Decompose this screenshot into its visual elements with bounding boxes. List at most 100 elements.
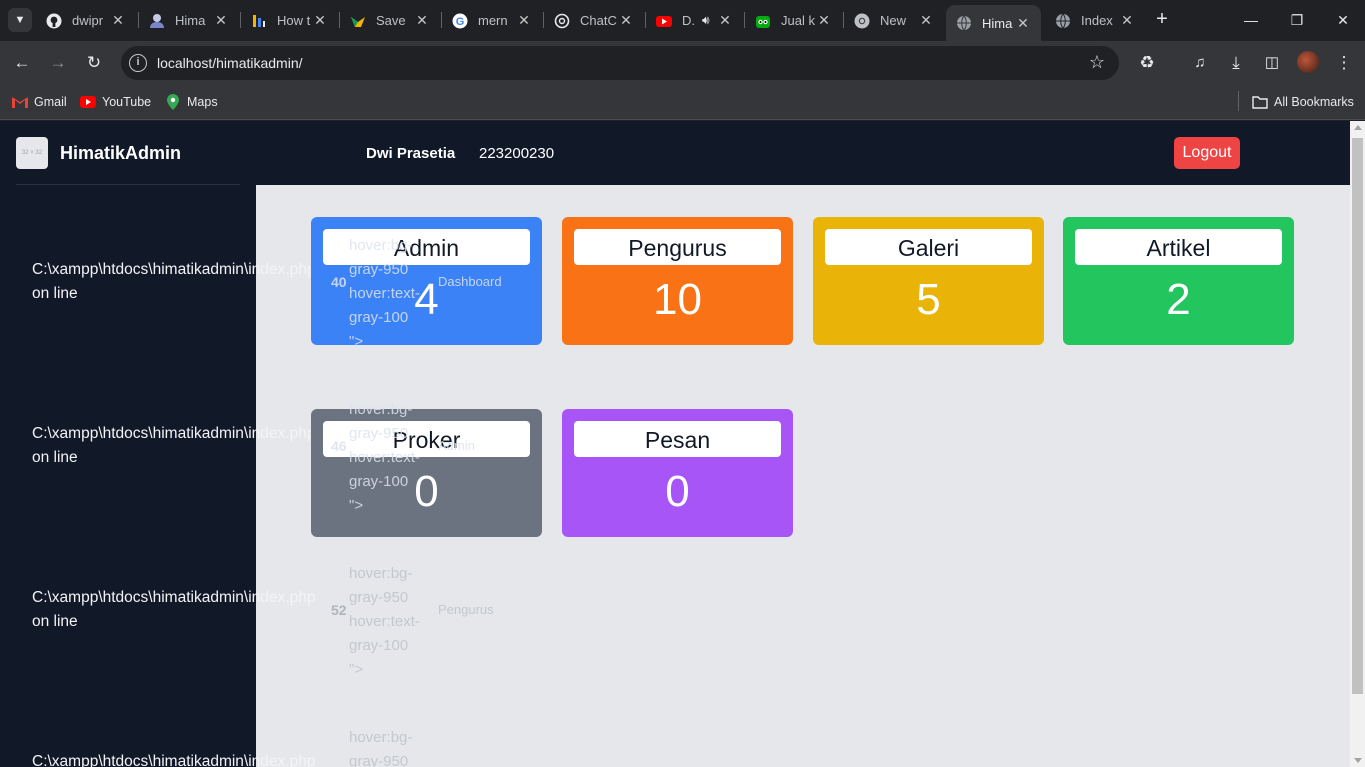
page-scrollbar[interactable] (1350, 121, 1365, 767)
close-tab-icon[interactable]: ✕ (918, 12, 934, 29)
forward-button[interactable]: → (46, 51, 70, 75)
tab-title: Jual k (781, 13, 815, 28)
card-pengurus[interactable]: Pengurus 10 (562, 217, 793, 345)
chatgpt-icon (554, 13, 570, 29)
scroll-up-arrow-icon[interactable] (1354, 125, 1362, 130)
card-pesan[interactable]: Pesan 0 (562, 409, 793, 537)
close-tab-icon[interactable]: ✕ (110, 12, 126, 29)
nav-link-admin[interactable]: Admin (438, 438, 475, 453)
leaked-class-text: hover:bg-gray-950 hover:text-gray-100 "> (349, 401, 420, 514)
all-bookmarks[interactable]: All Bookmarks (1252, 93, 1354, 111)
restore-button[interactable]: ❐ (1274, 0, 1320, 40)
back-button[interactable]: ← (10, 51, 34, 75)
bookmark-star-icon[interactable]: ☆ (1089, 52, 1105, 73)
minimize-button[interactable]: — (1228, 0, 1274, 40)
tokopedia-icon (755, 13, 771, 29)
tab-new[interactable]: New ✕ (844, 6, 944, 35)
user-id: 223200230 (479, 145, 555, 162)
url-text[interactable]: localhost/himatikadmin/ (157, 55, 303, 71)
scroll-down-arrow-icon[interactable] (1354, 758, 1362, 763)
close-tab-icon[interactable]: ✕ (516, 12, 532, 29)
close-tab-icon[interactable]: ✕ (717, 12, 733, 29)
site-info-icon[interactable]: i (129, 54, 147, 72)
bookmark-youtube[interactable]: YouTube (80, 93, 151, 111)
all-bookmarks-label: All Bookmarks (1274, 95, 1354, 109)
tab-chatgpt[interactable]: ChatC ✕ (544, 6, 644, 35)
scroll-thumb[interactable] (1352, 138, 1363, 694)
menu-icon[interactable]: ⋮ (1332, 51, 1356, 75)
address-bar[interactable]: i localhost/himatikadmin/ ☆ (121, 46, 1119, 80)
tab-how[interactable]: How t ✕ (241, 6, 338, 35)
app-header: 32 × 32 HimatikAdmin Dwi Prasetia 223200… (0, 121, 1350, 185)
tab-save[interactable]: Save ✕ (340, 6, 440, 35)
line-number: 52 (331, 602, 347, 618)
line-number: 40 (331, 274, 347, 290)
card-proker[interactable]: Proker 0 (311, 409, 542, 537)
gmail-icon (12, 95, 28, 109)
tab-index[interactable]: Index ✕ (1045, 6, 1145, 35)
tab-title: ChatC (580, 13, 617, 28)
bookmark-label: Gmail (34, 95, 67, 109)
youtube-icon (80, 95, 96, 109)
close-tab-icon[interactable]: ✕ (618, 12, 634, 29)
download-icon[interactable]: ⤓ (1224, 51, 1248, 75)
tab-github[interactable]: dwipr ✕ (36, 6, 136, 35)
tab-youtube[interactable]: D. 🔊︎ ✕ (646, 6, 743, 35)
tab-tokopedia[interactable]: Jual k ✕ (745, 6, 842, 35)
tab-mern[interactable]: G mern ✕ (442, 6, 542, 35)
close-tab-icon[interactable]: ✕ (1015, 15, 1031, 32)
bookmark-maps[interactable]: Maps (165, 93, 218, 111)
side-panel-icon[interactable]: ◫ (1260, 51, 1284, 75)
close-tab-icon[interactable]: ✕ (1119, 12, 1135, 29)
tab-title: mern (478, 13, 508, 28)
error-message: C:\xampp\htdocs\himatikadmin\index.phpon… (32, 589, 316, 630)
card-artikel[interactable]: Artikel 2 (1063, 217, 1294, 345)
bookmark-gmail[interactable]: Gmail (12, 93, 67, 111)
media-control-icon[interactable]: ♫ (1188, 51, 1212, 75)
card-label: Pengurus (574, 229, 781, 265)
google-icon: G (452, 13, 468, 29)
line-number: 46 (331, 438, 347, 454)
page-viewport: 32 × 32 HimatikAdmin Dwi Prasetia 223200… (0, 121, 1350, 767)
card-label: Pesan (574, 421, 781, 457)
tab-search-button[interactable]: ▼ (8, 8, 32, 32)
card-count: 0 (665, 467, 690, 516)
github-icon (46, 13, 62, 29)
nav-link-pengurus[interactable]: Pengurus (438, 602, 494, 617)
maps-icon (165, 94, 181, 110)
svg-text:G: G (456, 16, 465, 28)
tab-title: Index (1081, 13, 1113, 28)
nav-link-dashboard[interactable]: Dashboard (438, 274, 502, 289)
bookmark-label: Maps (187, 95, 218, 109)
reload-button[interactable]: ↻ (82, 51, 106, 75)
chrome-icon (854, 13, 870, 29)
tab-title: New (880, 13, 907, 28)
close-tab-icon[interactable]: ✕ (414, 12, 430, 29)
card-count: 5 (916, 275, 941, 324)
profile-avatar[interactable] (1297, 51, 1319, 73)
browser-toolbar: ← → ↻ i localhost/himatikadmin/ ☆ ♻ ♫ ⤓ … (0, 41, 1365, 85)
extensions-icon[interactable]: ♻ (1135, 51, 1159, 75)
card-galeri[interactable]: Galeri 5 (813, 217, 1044, 345)
tab-hima-active[interactable]: Hima ✕ (946, 5, 1041, 41)
tab-title: dwipr (72, 13, 104, 28)
leaked-class-text: hover:bg-gray-950 hover:text-gray-100 "> (349, 237, 420, 350)
close-tab-icon[interactable]: ✕ (816, 12, 832, 29)
brand-title[interactable]: HimatikAdmin (60, 143, 181, 164)
card-label: Galeri (825, 229, 1032, 265)
new-tab-button[interactable]: + (1150, 8, 1174, 32)
close-tab-icon[interactable]: ✕ (213, 12, 229, 29)
logout-button[interactable]: Logout (1174, 137, 1240, 169)
logo-placeholder: 32 × 32 (16, 137, 48, 169)
close-tab-icon[interactable]: ✕ (312, 12, 328, 29)
tab-title: How t (277, 13, 311, 28)
speaker-icon[interactable]: 🔊︎ (702, 13, 717, 28)
profile-icon (149, 13, 165, 29)
bookmark-label: YouTube (102, 95, 152, 109)
error-message: C:\xampp\htdocs\himatikadmin\index.phpon… (32, 753, 316, 767)
close-window-button[interactable]: ✕ (1320, 0, 1365, 40)
card-label: Artikel (1075, 229, 1282, 265)
tab-strip: ▼ dwipr ✕ Hima ✕ How t ✕ Save ✕ G mern ✕… (0, 0, 1365, 41)
tab-hima-1[interactable]: Hima ✕ (139, 6, 239, 35)
bars-icon (251, 13, 267, 29)
